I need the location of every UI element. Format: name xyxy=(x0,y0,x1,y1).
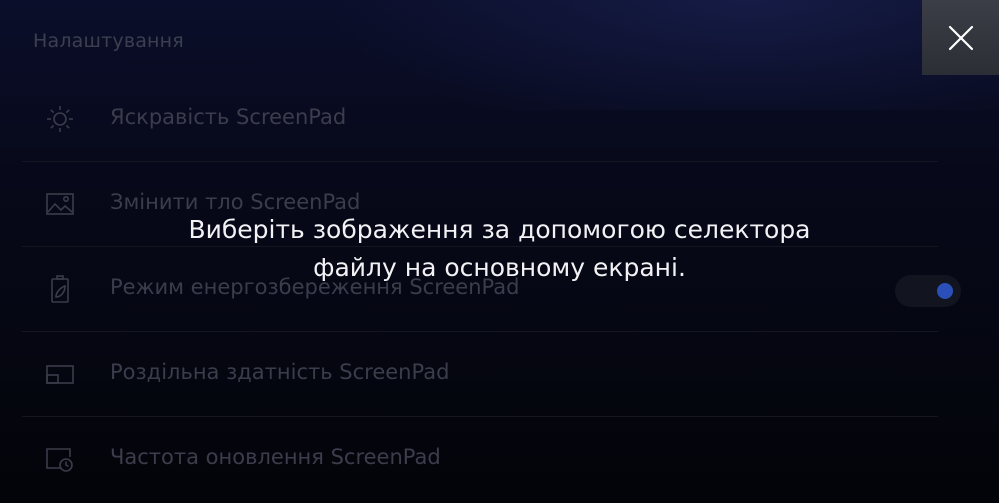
close-icon xyxy=(947,24,975,52)
resolution-icon xyxy=(44,358,76,390)
settings-item-brightness[interactable]: Яскравість ScreenPad xyxy=(22,77,938,162)
settings-item-refresh-rate[interactable]: Частота оновлення ScreenPad xyxy=(22,417,938,502)
settings-item-label: Частота оновлення ScreenPad xyxy=(110,445,441,469)
refresh-rate-icon xyxy=(44,443,76,475)
screenpad-settings-screen: Налаштування Яскравість ScreenPad Змінит… xyxy=(0,0,999,503)
settings-item-resolution[interactable]: Роздільна здатність ScreenPad xyxy=(22,332,938,417)
panel-title: Налаштування xyxy=(33,30,184,52)
close-button[interactable] xyxy=(922,0,999,75)
settings-item-label: Яскравість ScreenPad xyxy=(110,105,347,129)
message-line-1: Виберіть зображення за допомогою селекто… xyxy=(188,215,811,244)
settings-item-label: Роздільна здатність ScreenPad xyxy=(110,360,450,384)
brightness-icon xyxy=(44,103,76,135)
message-line-2: файлу на основному екрані. xyxy=(313,253,686,282)
file-picker-message: Виберіть зображення за допомогою селекто… xyxy=(0,211,999,287)
